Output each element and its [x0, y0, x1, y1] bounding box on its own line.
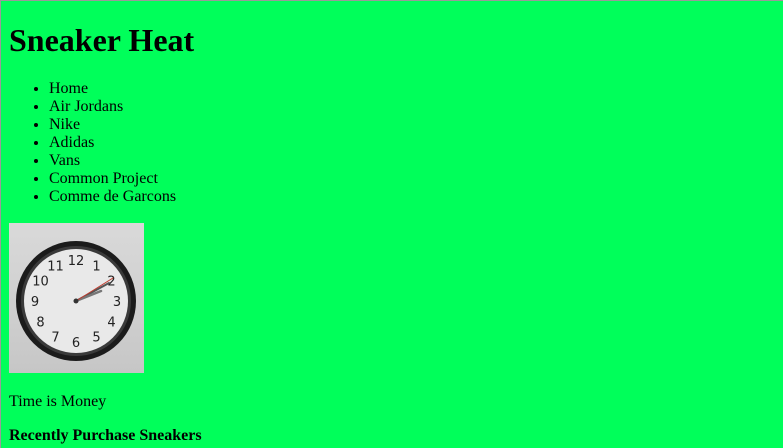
clock-number-5: 5 [92, 331, 100, 346]
nav-link-vans[interactable]: Vans [49, 152, 80, 169]
nav-link-nike[interactable]: Nike [49, 116, 80, 133]
nav-list: Home Air Jordans Nike Adidas Vans Common… [9, 80, 176, 206]
nav-item-vans: Vans [49, 152, 176, 170]
tagline: Time is Money [9, 393, 107, 410]
nav-item-common-project: Common Project [49, 170, 176, 188]
nav-item-comme-de-garcons: Comme de Garcons [49, 188, 176, 206]
clock-number-8: 8 [36, 316, 44, 331]
clock-number-3: 3 [113, 295, 121, 310]
nav-item-nike: Nike [49, 116, 176, 134]
nav-link-adidas[interactable]: Adidas [49, 134, 94, 151]
nav-link-comme-de-garcons[interactable]: Comme de Garcons [49, 188, 176, 205]
clock-number-2: 2 [107, 275, 115, 290]
recent-sneakers-heading: Recently Purchase Sneakers [9, 427, 202, 444]
clock-number-11: 11 [47, 260, 64, 275]
nav-item-adidas: Adidas [49, 134, 176, 152]
clock-number-6: 6 [72, 336, 80, 351]
clock-number-7: 7 [51, 331, 59, 346]
clock-number-1: 1 [92, 260, 100, 275]
nav-link-home[interactable]: Home [49, 80, 88, 97]
nav-link-common-project[interactable]: Common Project [49, 170, 158, 187]
clock-number-12: 12 [68, 254, 85, 269]
nav-item-air-jordans: Air Jordans [49, 98, 176, 116]
clock-number-9: 9 [31, 295, 39, 310]
clock-svg: 12 12 3 45678 9 1011 [16, 241, 136, 361]
clock-number-10: 10 [32, 275, 49, 290]
nav-link-air-jordans[interactable]: Air Jordans [49, 98, 123, 115]
wall-clock-icon: 12 1 2 3 4 5 6 7 8 9 10 11 [9, 223, 144, 373]
page-title: Sneaker Heat [9, 22, 195, 58]
clock-center [73, 298, 79, 304]
nav-item-home: Home [49, 80, 176, 98]
clock-number-4: 4 [107, 316, 115, 331]
